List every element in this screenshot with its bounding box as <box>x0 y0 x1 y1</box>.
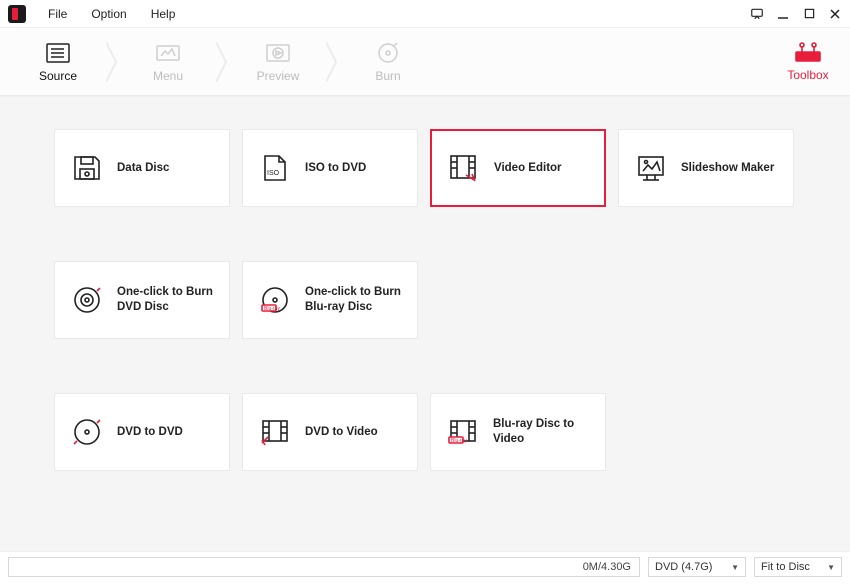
progress-bar: 0M/4.30G <box>8 557 640 577</box>
chevron-icon <box>214 28 232 95</box>
svg-text:Blu-ray: Blu-ray <box>264 306 280 312</box>
card-oneclick-dvd[interactable]: One-click to Burn DVD Disc <box>54 261 230 339</box>
svg-text:ISO: ISO <box>267 170 280 177</box>
card-bluray-video[interactable]: Blu-ray Blu-ray Disc to Video <box>430 393 606 471</box>
minimize-icon[interactable] <box>776 7 790 21</box>
bottom-bar: 0M/4.30G DVD (4.7G) ▼ Fit to Disc ▼ <box>0 552 850 582</box>
card-label: ISO to DVD <box>305 161 366 176</box>
card-dvd-dvd[interactable]: DVD to DVD <box>54 393 230 471</box>
card-iso-dvd[interactable]: ISO ISO to DVD <box>242 129 418 207</box>
iso-icon: ISO <box>259 153 291 183</box>
card-label: Blu-ray Disc to Video <box>493 417 603 447</box>
slideshow-icon <box>635 153 667 183</box>
select-value: DVD (4.7G) <box>655 561 712 573</box>
floppy-icon <box>71 153 103 183</box>
card-slideshow[interactable]: Slideshow Maker <box>618 129 794 207</box>
preview-icon <box>264 41 292 65</box>
menu-help[interactable]: Help <box>139 3 188 25</box>
main-area: Data Disc ISO ISO to DVD Video Editor Sl… <box>0 96 850 552</box>
card-label: DVD to DVD <box>117 425 183 440</box>
chevron-down-icon: ▼ <box>827 563 835 572</box>
menu-bar: File Option Help <box>36 3 187 25</box>
maximize-icon[interactable] <box>802 7 816 21</box>
fit-select[interactable]: Fit to Disc ▼ <box>754 557 842 577</box>
burn-icon <box>374 41 402 65</box>
source-icon <box>44 41 72 65</box>
card-label: Slideshow Maker <box>681 161 774 176</box>
card-label: One-click to Burn Blu-ray Disc <box>305 285 415 315</box>
card-dvd-video[interactable]: DVD to Video <box>242 393 418 471</box>
feedback-icon[interactable] <box>750 7 764 21</box>
window-controls <box>750 7 842 21</box>
menu-step-icon <box>154 41 182 65</box>
dvd-video-icon <box>259 417 291 447</box>
chevron-icon <box>104 28 122 95</box>
step-preview[interactable]: Preview <box>232 28 324 95</box>
tool-grid-row3: DVD to DVD DVD to Video Blu-ray Blu-ray … <box>54 393 796 471</box>
close-icon[interactable] <box>828 7 842 21</box>
step-source[interactable]: Source <box>12 28 104 95</box>
card-label: Video Editor <box>494 161 562 176</box>
bluray-video-icon: Blu-ray <box>447 417 479 447</box>
app-icon <box>8 5 26 23</box>
step-burn[interactable]: Burn <box>342 28 434 95</box>
disc-copy-icon <box>71 417 103 447</box>
step-label: Source <box>39 69 77 83</box>
disc-icon <box>71 285 103 315</box>
step-menu[interactable]: Menu <box>122 28 214 95</box>
menu-option[interactable]: Option <box>79 3 138 25</box>
step-label: Burn <box>375 69 400 83</box>
tool-grid-row2: One-click to Burn DVD Disc Blu-ray One-c… <box>54 261 796 339</box>
card-data-disc[interactable]: Data Disc <box>54 129 230 207</box>
svg-text:Blu-ray: Blu-ray <box>451 438 467 444</box>
bluray-disc-icon: Blu-ray <box>259 285 291 315</box>
toolbox-icon <box>793 42 823 64</box>
select-value: Fit to Disc <box>761 561 810 573</box>
chevron-down-icon: ▼ <box>731 563 739 572</box>
card-label: DVD to Video <box>305 425 378 440</box>
disc-type-select[interactable]: DVD (4.7G) ▼ <box>648 557 746 577</box>
card-video-editor[interactable]: Video Editor <box>430 129 606 207</box>
toolbox-label: Toolbox <box>787 68 828 82</box>
card-label: Data Disc <box>117 161 169 176</box>
step-label: Preview <box>257 69 300 83</box>
tool-grid: Data Disc ISO ISO to DVD Video Editor Sl… <box>54 129 796 207</box>
card-oneclick-bluray[interactable]: Blu-ray One-click to Burn Blu-ray Disc <box>242 261 418 339</box>
card-label: One-click to Burn DVD Disc <box>117 285 227 315</box>
titlebar: File Option Help <box>0 0 850 28</box>
toolbox-tab[interactable]: Toolbox <box>766 28 850 95</box>
progress-text: 0M/4.30G <box>583 561 631 573</box>
steps-bar: Source Menu Preview Burn Toolbox <box>0 28 850 96</box>
video-editor-icon <box>448 153 480 183</box>
chevron-icon <box>324 28 342 95</box>
step-label: Menu <box>153 69 183 83</box>
menu-file[interactable]: File <box>36 3 79 25</box>
